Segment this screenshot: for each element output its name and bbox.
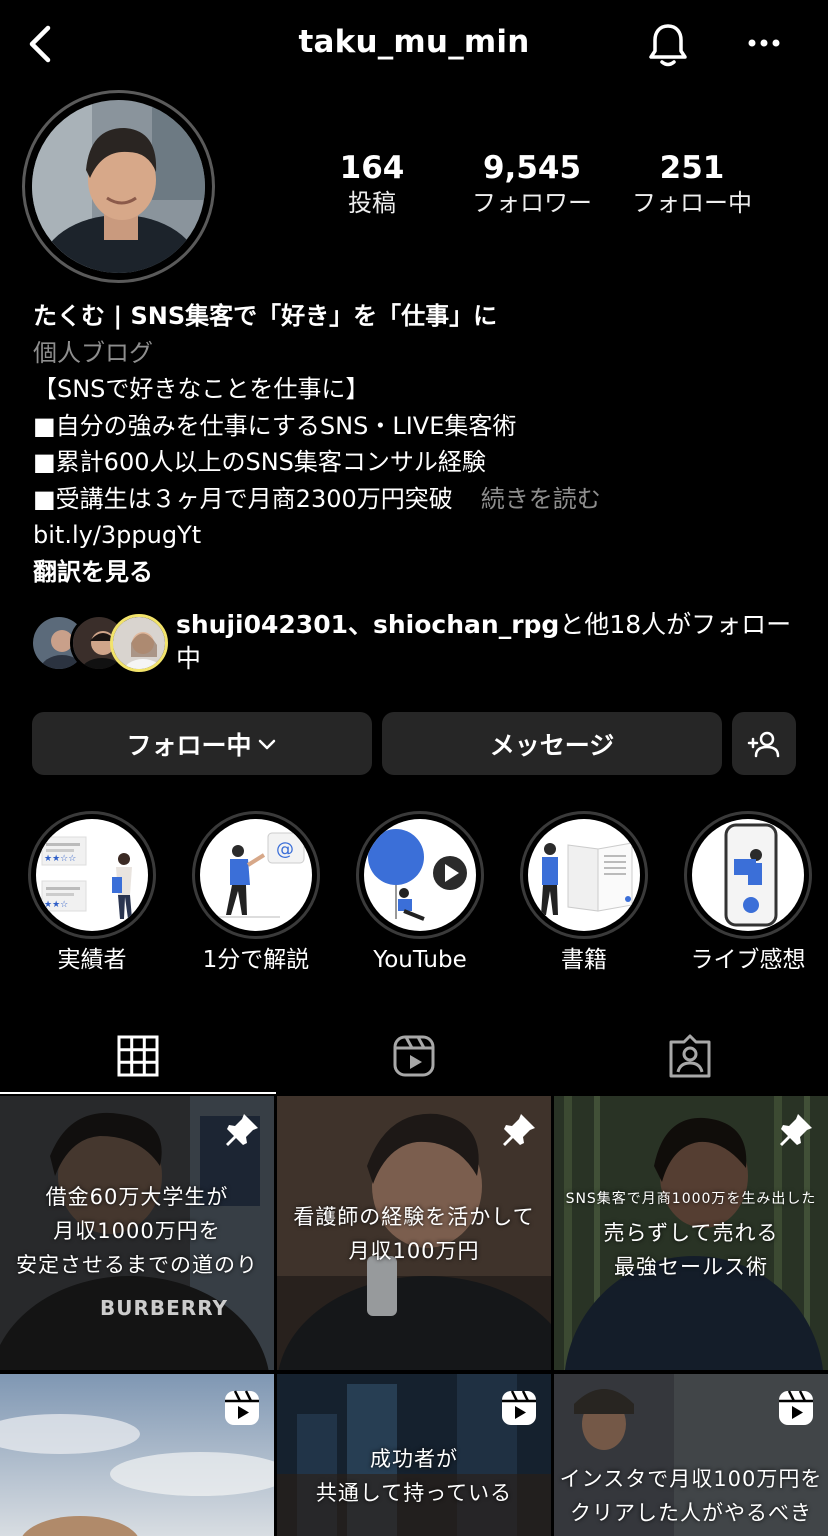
profile-tabs	[0, 1016, 828, 1096]
pin-icon	[226, 1114, 258, 1146]
post-caption: 看護師の経験を活かして 月収100万円	[277, 1200, 551, 1268]
post-thumbnail[interactable]: 看護師の経験を活かして 月収100万円	[277, 1096, 551, 1370]
post-overlay-text: BURBERRY	[100, 1296, 228, 1320]
post-caption: 成功者が 共通して持っている	[277, 1442, 551, 1510]
following-button[interactable]: フォロー中	[32, 712, 372, 775]
highlight-cover	[368, 829, 467, 921]
post-thumbnail[interactable]: 成功者が 共通して持っている	[277, 1374, 551, 1536]
tagged-icon	[669, 1034, 711, 1078]
post-caption-line: 成功者が	[370, 1447, 458, 1471]
pin-icon	[503, 1114, 535, 1146]
stat-following-label: フォロー中	[632, 189, 752, 217]
reel-icon	[225, 1390, 259, 1425]
highlight-live-feedback[interactable]: ライブ感想	[684, 811, 812, 975]
post-thumbnail[interactable]: 借金60万大学生が 月収1000万円を 安定させるまでの道のり BURBERRY	[0, 1096, 274, 1370]
suggested-users-button[interactable]	[732, 712, 796, 775]
highlight-achievers[interactable]: ★★☆☆ ★★☆ 実績者	[28, 811, 156, 975]
mutual-avatar	[110, 614, 168, 672]
highlight-label: 1分で解説	[202, 947, 310, 973]
stat-posts-label: 投稿	[348, 189, 396, 217]
highlight-label: ライブ感想	[690, 947, 806, 973]
stat-following[interactable]: 251 フォロー中	[622, 150, 762, 220]
svg-text:★★☆☆: ★★☆☆	[44, 854, 76, 864]
read-more-link[interactable]: 続きを読む	[481, 485, 601, 513]
reel-icon	[779, 1390, 813, 1425]
add-person-icon	[747, 731, 780, 757]
highlight-cover	[724, 823, 778, 927]
profile-username: taku_mu_min	[298, 24, 530, 60]
highlight-books[interactable]: 書籍	[520, 811, 648, 975]
bio-line: ■累計600人以上のSNS集客コンサル経験	[33, 448, 486, 476]
bio-link[interactable]: bit.ly/3ppugYt	[33, 517, 813, 554]
post-caption-line: インスタで月収100万円を	[559, 1467, 823, 1491]
highlight-explainer[interactable]: @ 1分で解説	[192, 811, 320, 975]
highlight-label: 書籍	[561, 947, 607, 973]
stat-followers-label: フォロワー	[472, 189, 592, 217]
post-caption-line: 売らずして売れる	[603, 1221, 779, 1245]
post-caption-line: 借金60万大学生が	[45, 1185, 229, 1209]
profile-avatar[interactable]	[32, 100, 205, 273]
post-caption-line: 看護師の経験を活かして	[293, 1205, 535, 1229]
bio-line: 【SNSで好きなことを仕事に】	[33, 375, 370, 403]
bio-line: ■受講生は３ヶ月で月商2300万円突破	[33, 484, 453, 513]
post-caption-line: 共通して持っている	[315, 1481, 513, 1505]
bio-line-last: ■受講生は３ヶ月で月商2300万円突破 続きを読む	[33, 481, 813, 518]
post-thumbnail[interactable]: SNS集客で月商1000万を生み出した 売らずして売れる 最強セールス術	[554, 1096, 828, 1370]
highlight-cover	[541, 842, 633, 915]
profile-display-name: たくむ | SNS集客で「好き」を「仕事」に	[33, 302, 498, 330]
tab-reels[interactable]	[276, 1016, 552, 1096]
message-button-label: メッセージ	[489, 730, 615, 760]
svg-text:@: @	[276, 839, 294, 860]
stat-posts[interactable]: 164 投稿	[322, 150, 422, 220]
profile-bio: たくむ | SNS集客で「好き」を「仕事」に 個人ブログ 【SNSで好きなことを…	[33, 298, 813, 590]
active-tab-indicator	[0, 1092, 276, 1094]
tab-tagged[interactable]	[552, 1016, 828, 1096]
highlight-cover: @	[210, 832, 305, 918]
chevron-down-icon	[258, 739, 275, 749]
svg-text:★★☆: ★★☆	[44, 900, 68, 910]
post-caption-line: 月収1000万円を	[53, 1219, 221, 1243]
post-caption-line: クリアした人がやるべき	[570, 1501, 812, 1525]
mutual-followers[interactable]: shuji042301、shiochan_rpgと他18人がフォロー中	[30, 608, 820, 682]
reel-icon	[502, 1390, 536, 1425]
pin-icon	[780, 1114, 812, 1146]
tab-posts-grid[interactable]	[0, 1016, 276, 1096]
highlight-label: 実績者	[57, 947, 127, 973]
stat-posts-value: 164	[339, 150, 405, 186]
grid-icon	[117, 1035, 159, 1077]
highlight-label: YouTube	[373, 947, 467, 973]
message-button[interactable]: メッセージ	[382, 712, 722, 775]
following-button-label: フォロー中	[126, 730, 252, 760]
post-caption-line: SNS集客で月商1000万を生み出した	[565, 1191, 817, 1207]
mutual-followers-names: shuji042301、shiochan_rpg	[176, 610, 560, 639]
bell-icon[interactable]	[644, 20, 692, 70]
stat-following-value: 251	[659, 150, 725, 186]
profile-category: 個人ブログ	[33, 338, 153, 367]
post-caption: インスタで月収100万円を クリアした人がやるべき	[554, 1462, 828, 1530]
highlight-cover: ★★☆☆ ★★☆	[41, 836, 132, 919]
posts-grid: 借金60万大学生が 月収1000万円を 安定させるまでの道のり BURBERRY…	[0, 1096, 828, 1536]
bio-line: ■自分の強みを仕事にするSNS・LIVE集客術	[33, 411, 517, 440]
stat-followers[interactable]: 9,545 フォロワー	[462, 150, 602, 220]
post-thumbnail[interactable]: インスタで月収100万円を クリアした人がやるべき	[554, 1374, 828, 1536]
see-translation-link[interactable]: 翻訳を見る	[33, 554, 813, 591]
post-caption: SNS集客で月商1000万を生み出した 売らずして売れる 最強セールス術	[554, 1182, 828, 1284]
highlight-youtube[interactable]: YouTube	[356, 811, 484, 975]
post-caption: 借金60万大学生が 月収1000万円を 安定させるまでの道のり	[0, 1180, 274, 1282]
more-horizontal-icon[interactable]	[742, 26, 786, 60]
profile-header: taku_mu_min	[0, 0, 828, 90]
reels-icon	[393, 1035, 435, 1077]
mutual-followers-text: shuji042301、shiochan_rpgと他18人がフォロー中	[176, 608, 816, 676]
post-caption-line: 月収100万円	[348, 1239, 480, 1263]
stat-followers-value: 9,545	[482, 150, 582, 186]
post-caption-line: 安定させるまでの道のり	[16, 1253, 258, 1277]
post-caption-line: 最強セールス術	[614, 1255, 768, 1279]
post-thumbnail[interactable]	[0, 1374, 274, 1536]
